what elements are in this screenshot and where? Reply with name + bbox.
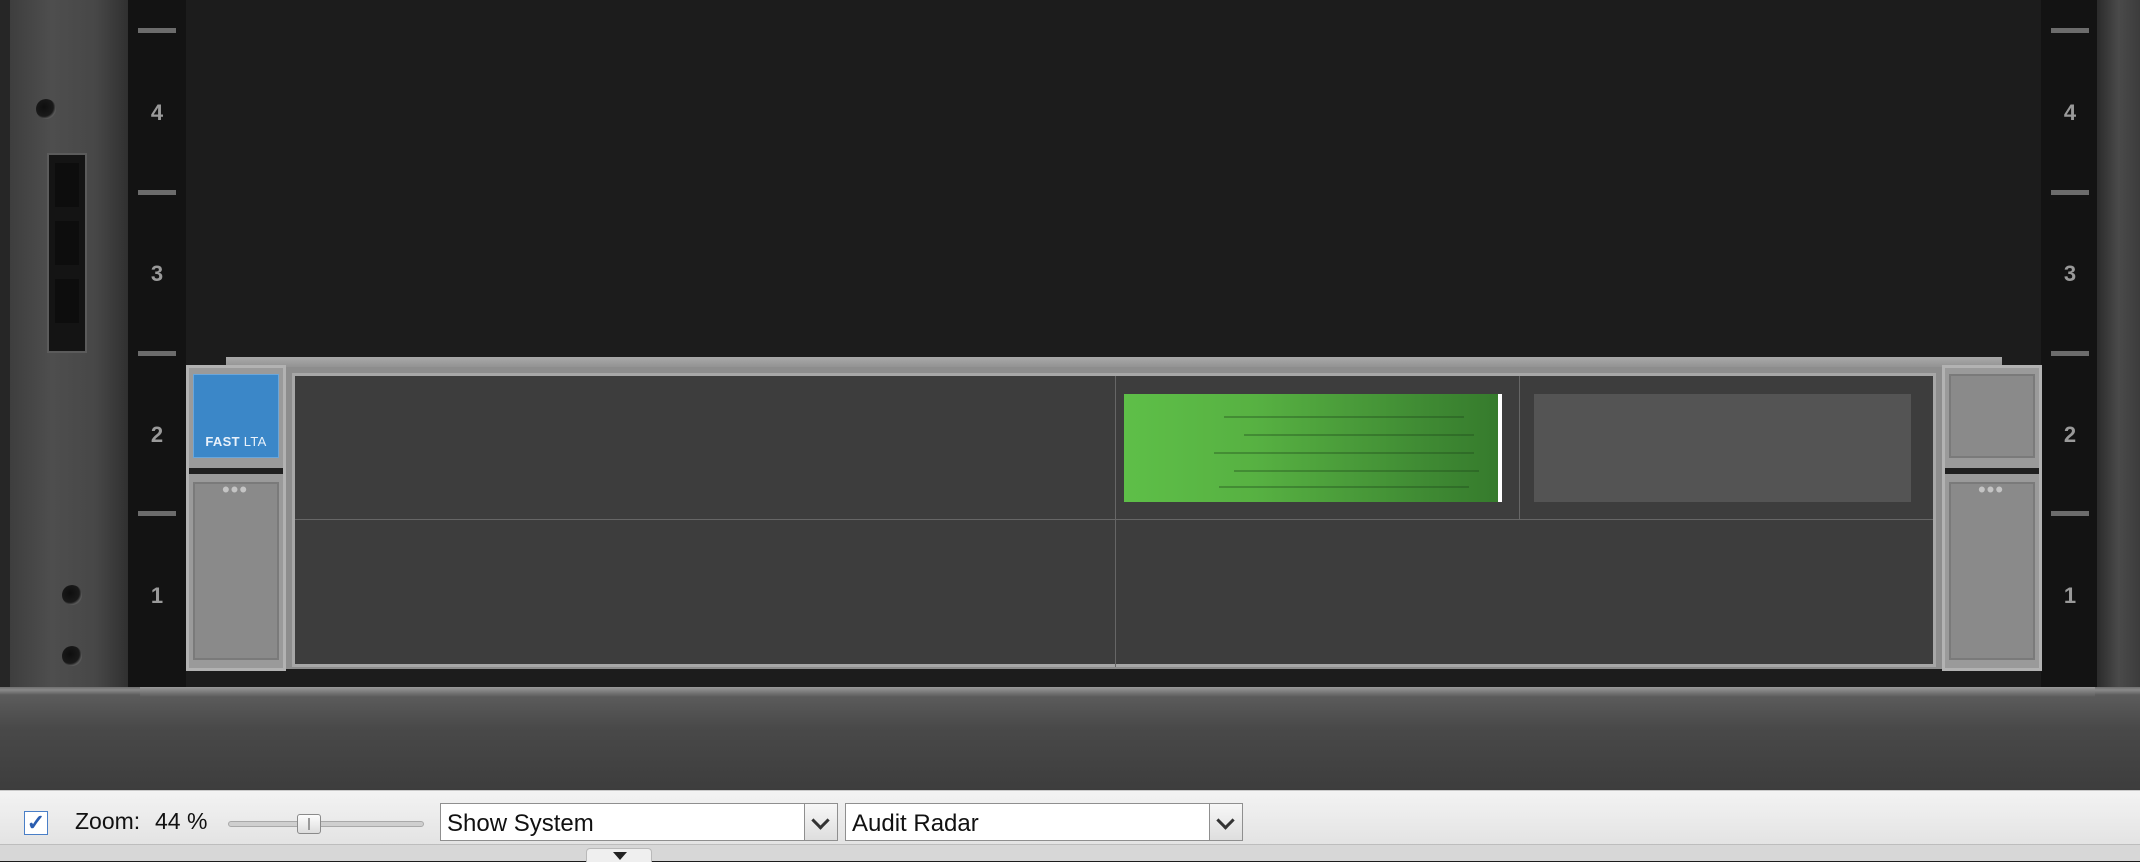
unit-tick [2051,351,2089,356]
ear-lower-panel [1949,482,2035,660]
brand-logo: FAST LTA [194,434,278,449]
unit-number: 1 [150,583,164,608]
server-left-ear: FAST LTA ••• [186,365,286,671]
unit-tick [2051,190,2089,195]
display-cursor [1498,394,1502,502]
triangle-down-icon [613,852,627,860]
rack-right-post [2097,0,2140,690]
ear-divider [1945,468,2039,474]
show-checkbox[interactable]: ✓ [24,811,48,835]
device-select-button[interactable] [1209,804,1242,840]
ear-dots-icon: ••• [1977,477,2005,502]
toolbar: ✓ Zoom: 44 % Show System Audit Radar [0,790,2140,845]
rack-mount-hole [62,646,82,666]
panel-divider-vertical [1519,376,1520,519]
rack-cable-slot [47,153,87,353]
unit-number: 2 [150,422,164,447]
display-scanline [1244,434,1474,436]
display-scanline [1224,416,1464,418]
device-select-value: Audit Radar [852,810,979,837]
unit-tick [138,351,176,356]
unit-number: 1 [2063,583,2077,608]
brand-badge: FAST LTA [193,374,279,458]
unit-number: 4 [150,100,164,125]
panel-divider-vertical [1115,376,1116,667]
display-scanline [1214,452,1474,454]
slot-segment [55,221,79,265]
unit-tick [138,190,176,195]
device-select[interactable]: Audit Radar [845,803,1243,841]
server-right-ear: ••• [1942,365,2042,671]
slot-segment [55,163,79,207]
rack-left-post [0,0,128,690]
unit-tick [2051,28,2089,33]
unit-number: 3 [2063,261,2077,286]
zoom-slider-thumb[interactable] [297,814,321,834]
unit-tick [138,28,176,33]
toolbar-bottom-strip [0,844,2140,862]
rack-post-edge [0,0,10,690]
rack-mount-hole [36,99,56,119]
ear-lower-panel [193,482,279,660]
slot-segment [55,279,79,323]
zoom-slider-track[interactable] [228,821,424,827]
unit-number: 4 [2063,100,2077,125]
view-select-value: Show System [447,810,594,837]
ear-upper-panel [1949,374,2035,458]
secondary-display[interactable] [1534,394,1911,502]
rack-shelf [0,687,2140,790]
view-select[interactable]: Show System [440,803,838,841]
ear-divider [189,468,283,474]
unit-number: 2 [2063,422,2077,447]
chevron-down-icon [1216,811,1235,830]
unit-number: 3 [150,261,164,286]
zoom-value: 44 % [155,808,208,834]
unit-tick [2051,511,2089,516]
brand-logo-light: LTA [243,434,267,449]
view-select-button[interactable] [804,804,837,840]
zoom-slider[interactable] [228,814,424,834]
rack-shelf-lip [140,687,2095,697]
zoom-label: Zoom: [75,808,141,834]
rack-unit-rail-left: 4 3 2 1 [128,0,186,690]
panel-divider-horizontal [295,519,1933,520]
ear-dots-icon: ••• [221,477,249,502]
status-display-green[interactable] [1124,394,1502,502]
checkbox-checked-icon: ✓ [26,810,46,835]
rack-unit-rail-right: 4 3 2 1 [2041,0,2099,690]
brand-logo-bold: FAST [205,434,240,449]
unit-tick [138,511,176,516]
chevron-down-icon [811,811,830,830]
display-scanline [1234,470,1479,472]
display-scanline [1219,486,1469,488]
rack-mount-hole [62,585,82,605]
